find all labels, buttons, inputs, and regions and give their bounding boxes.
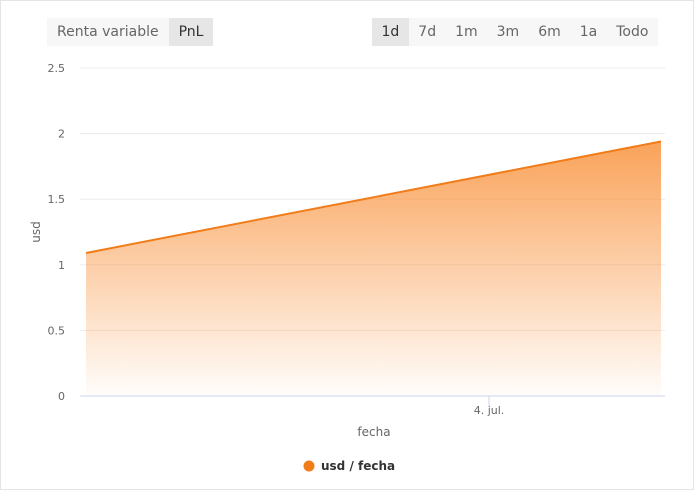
series-area[interactable] (86, 141, 661, 396)
x-axis: 4. jul. (80, 395, 665, 417)
legend-label: usd / fecha (321, 459, 395, 473)
y-tick-label: 2.5 (48, 62, 66, 75)
legend[interactable]: usd / fecha (303, 459, 396, 473)
y-tick-label: 0.5 (48, 324, 66, 337)
y-axis-ticks: 0 0.5 1 1.5 2 2.5 (48, 62, 66, 403)
legend-marker (303, 460, 315, 472)
series-layer (85, 140, 662, 396)
area-chart: 0 0.5 1 1.5 2 2.5 4. jul. usd fecha usd / fec… (29, 62, 665, 473)
y-tick-label: 2 (58, 128, 65, 141)
y-tick-label: 0 (58, 390, 65, 403)
y-tick-label: 1.5 (48, 193, 66, 206)
x-axis-title: fecha (357, 425, 390, 439)
y-tick-label: 1 (58, 259, 65, 272)
y-axis-title: usd (29, 221, 43, 242)
x-tick-label: 4. jul. (474, 404, 505, 417)
